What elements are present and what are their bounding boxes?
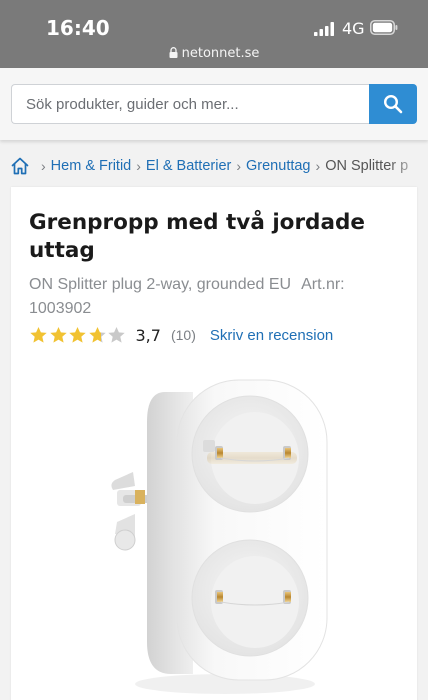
star-icon bbox=[49, 327, 67, 343]
breadcrumb-link-el-batterier[interactable]: El & Batterier bbox=[146, 158, 231, 174]
status-bar: 16:40 4G netonnet.se bbox=[0, 0, 428, 68]
chevron-right-icon: › bbox=[136, 158, 141, 174]
search-button[interactable] bbox=[369, 84, 417, 124]
breadcrumb-link-hem-fritid[interactable]: Hem & Fritid bbox=[51, 158, 132, 174]
lock-icon bbox=[169, 47, 178, 58]
chevron-right-icon: › bbox=[236, 158, 242, 174]
clock-time: 16:40 bbox=[46, 16, 110, 40]
signal-icon bbox=[314, 22, 334, 36]
write-review-link[interactable]: Skriv en recension bbox=[210, 327, 333, 344]
star-icon bbox=[69, 327, 86, 343]
star-icon bbox=[108, 327, 125, 343]
breadcrumb-link-grenuttag[interactable]: Grenuttag bbox=[246, 158, 311, 174]
chevron-right-icon: › bbox=[315, 158, 321, 174]
star-icon bbox=[30, 327, 47, 343]
product-card: Grenpropp med två jordade uttag ON Split… bbox=[11, 187, 417, 700]
home-icon[interactable] bbox=[10, 156, 30, 176]
product-title: Grenpropp med två jordade uttag bbox=[29, 210, 365, 263]
breadcrumb: › Hem & Fritid › El & Batterier › Grenut… bbox=[10, 154, 428, 178]
rating-value: 3,7 bbox=[135, 325, 161, 345]
search-box bbox=[11, 84, 369, 124]
address-bar[interactable]: netonnet.se bbox=[0, 46, 428, 61]
search-input[interactable] bbox=[12, 85, 369, 123]
star-rating[interactable] bbox=[29, 326, 127, 344]
product-subtitle: ON Splitter plug 2-way, grounded EU Art.n… bbox=[29, 273, 399, 321]
battery-icon bbox=[370, 20, 398, 35]
site-header bbox=[0, 68, 428, 140]
product-english-name: ON Splitter plug 2-way, grounded EU bbox=[29, 276, 292, 293]
star-icon bbox=[88, 327, 106, 343]
network-type: 4G bbox=[342, 19, 365, 38]
rating-row: 3,7 (10) Skriv en recension bbox=[29, 325, 333, 345]
rating-count[interactable]: (10) bbox=[171, 327, 196, 343]
chevron-right-icon: › bbox=[41, 158, 46, 174]
url-text: netonnet.se bbox=[181, 46, 260, 61]
search-icon bbox=[383, 94, 403, 114]
power-splitter-plug-image[interactable] bbox=[95, 362, 335, 700]
